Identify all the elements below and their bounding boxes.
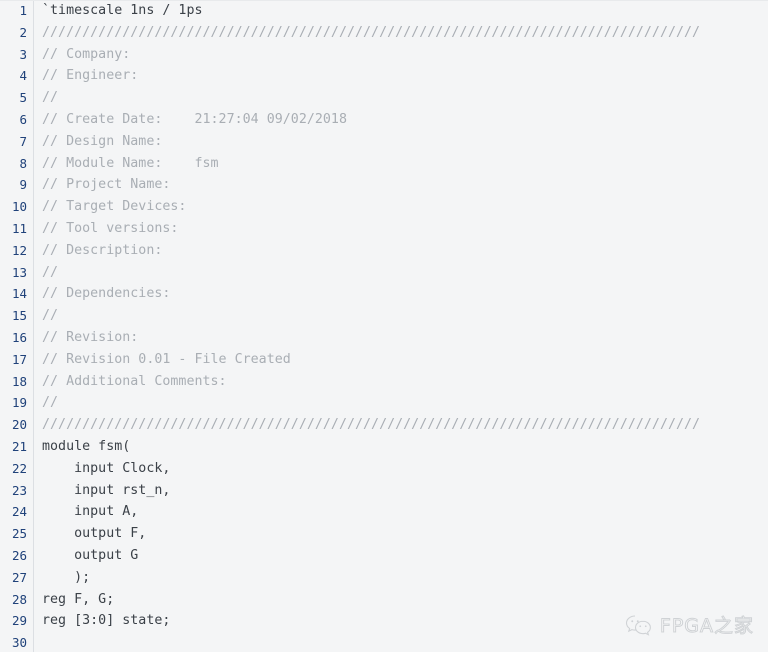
code-line-text[interactable]: output F, [33,523,768,545]
code-line-text[interactable]: // Engineer: [33,65,768,88]
line-number: 14 [0,283,34,306]
line-number: 30 [0,632,34,652]
code-line-text[interactable]: input rst_n, [33,479,768,502]
code-line-row: 24 input A, [0,501,768,524]
code-line-row: 11// Tool versions: [0,217,768,240]
code-line-row: 26 output G [0,544,768,567]
line-number: 11 [0,217,34,240]
code-line-row: 29 reg [3:0] state; [0,610,768,633]
line-number: 8 [0,152,34,175]
code-line-text[interactable]: // Target Devices: [33,196,768,218]
line-number: 24 [0,501,34,524]
code-line-row: 2///////////////////////////////////////… [0,21,768,44]
code-line-row: 3// Company: [0,43,768,66]
code-line-row: 19// [0,392,768,415]
line-number: 26 [0,544,34,567]
code-line-text[interactable]: // Create Date: 21:27:04 09/02/2018 [33,108,768,131]
line-number: 12 [0,239,34,262]
line-number: 22 [0,457,34,480]
line-number: 5 [0,87,34,109]
line-number: 6 [0,108,34,131]
code-line-row: 30 [0,632,768,652]
line-number: 19 [0,392,34,415]
line-number: 9 [0,174,34,197]
code-line-row: 14// Dependencies: [0,283,768,306]
line-number: 29 [0,610,34,633]
code-line-row: 10// Target Devices: [0,196,768,218]
code-line-text[interactable]: ////////////////////////////////////////… [33,414,768,436]
line-number: 3 [0,43,34,66]
code-line-text[interactable]: // Description: [33,239,768,262]
code-line-text[interactable]: // Revision 0.01 - File Created [33,348,768,371]
code-line-text[interactable]: // Design Name: [33,130,768,153]
code-line-row: 27 ); [0,566,768,589]
code-line-text[interactable]: // [33,305,768,327]
code-viewer[interactable]: 1 `timescale 1ns / 1ps 2//////////////////… [0,0,768,652]
code-line-row: 17// Revision 0.01 - File Created [0,348,768,371]
code-line-text[interactable]: // Project Name: [33,174,768,197]
line-number: 13 [0,261,34,284]
code-line-text[interactable]: // Additional Comments: [33,370,768,393]
code-line-row: 4// Engineer: [0,65,768,88]
line-number: 1 [0,0,34,22]
line-number: 2 [0,21,34,44]
line-number: 15 [0,305,34,327]
code-line-row: 22 input Clock, [0,457,768,480]
code-line-text[interactable]: module fsm( [33,435,768,458]
line-number: 21 [0,435,34,458]
code-line-row: 6// Create Date: 21:27:04 09/02/2018 [0,108,768,131]
code-line-text[interactable]: // Tool versions: [33,217,768,240]
line-number: 27 [0,566,34,589]
code-line-row: 25 output F, [0,523,768,545]
code-line-row: 13// [0,261,768,284]
code-line-text[interactable]: output G [33,544,768,567]
code-line-row: 9// Project Name: [0,174,768,197]
code-line-text[interactable]: // [33,392,768,415]
line-number: 23 [0,479,34,502]
code-line-text[interactable]: input A, [33,501,768,524]
line-number: 4 [0,65,34,88]
code-line-text[interactable]: input Clock, [33,457,768,480]
code-line-text[interactable]: reg F, G; [33,588,768,611]
code-line-text[interactable]: // Module Name: fsm [33,152,768,175]
code-line-row: 20//////////////////////////////////////… [0,414,768,436]
code-lines-table: 1 `timescale 1ns / 1ps 2//////////////////… [0,0,768,652]
line-number: 25 [0,523,34,545]
code-line-row: 16// Revision: [0,326,768,349]
code-line-text[interactable]: // Dependencies: [33,283,768,306]
code-line-row: 15// [0,305,768,327]
code-line-row: 8// Module Name: fsm [0,152,768,175]
line-number: 7 [0,130,34,153]
line-number: 17 [0,348,34,371]
code-lines-body: 1 `timescale 1ns / 1ps 2//////////////////… [0,0,768,652]
code-line-text[interactable]: // Company: [33,43,768,66]
line-number: 18 [0,370,34,393]
line-number: 10 [0,196,34,218]
line-number: 16 [0,326,34,349]
code-line-row: 21 module fsm( [0,435,768,458]
code-line-row: 23 input rst_n, [0,479,768,502]
code-line-text[interactable]: // [33,261,768,284]
code-line-text[interactable]: // [33,87,768,109]
code-line-text[interactable]: reg [3:0] state; [33,610,768,633]
code-line-text[interactable]: // Revision: [33,326,768,349]
code-line-row: 28 reg F, G; [0,588,768,611]
line-number: 20 [0,414,34,436]
code-line-row: 5// [0,87,768,109]
code-line-row: 1 `timescale 1ns / 1ps [0,0,768,22]
code-line-text[interactable] [33,632,768,652]
code-line-row: 12// Description: [0,239,768,262]
code-line-text[interactable]: ); [33,566,768,589]
code-line-row: 7// Design Name: [0,130,768,153]
code-line-text[interactable]: `timescale 1ns / 1ps [33,0,768,22]
line-number: 28 [0,588,34,611]
code-line-text[interactable]: ////////////////////////////////////////… [33,21,768,44]
code-line-row: 18// Additional Comments: [0,370,768,393]
